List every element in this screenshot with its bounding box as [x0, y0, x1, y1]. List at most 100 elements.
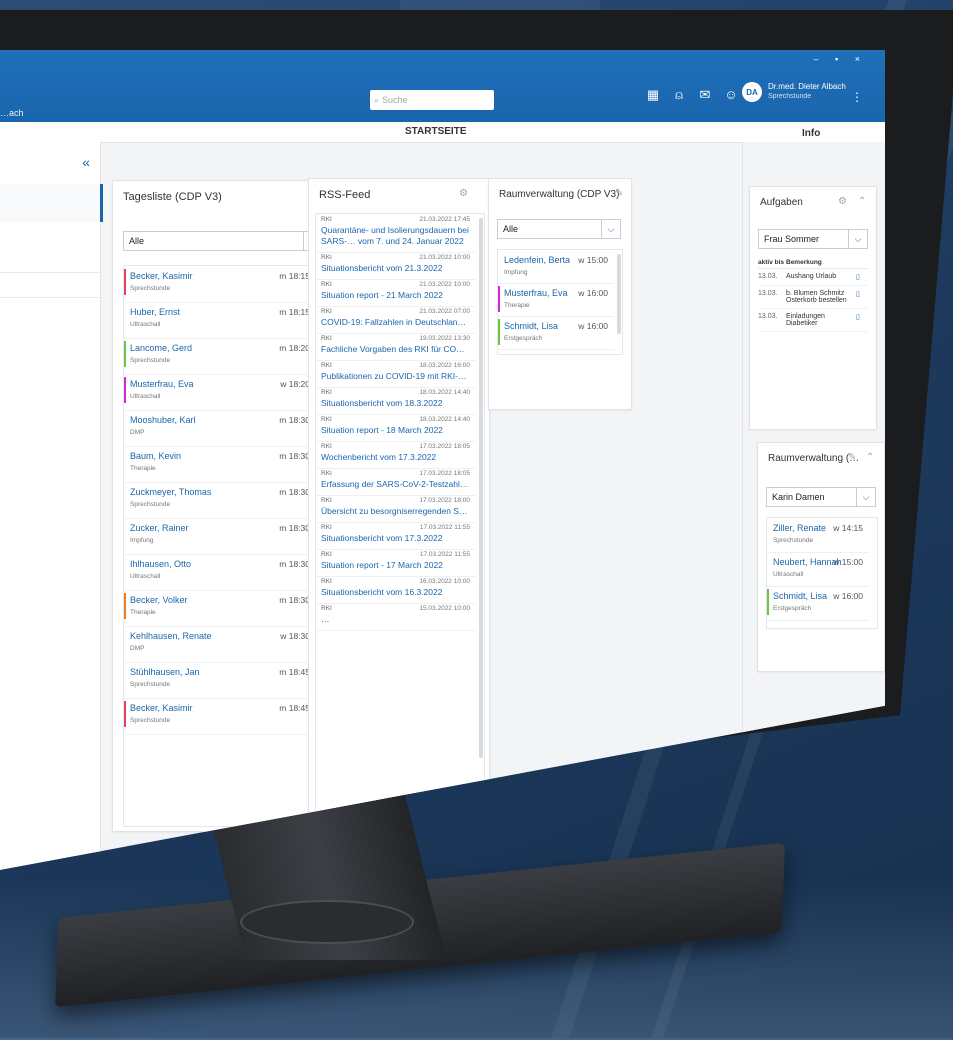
feed-title[interactable]: Situationsbericht vom 17.3.2022 [321, 533, 470, 544]
feed-source: RKI [321, 362, 332, 369]
table-row[interactable]: 13.03. Aushang Urlaub ▯ [758, 269, 868, 286]
app-header: …ach – ▪ × ⌕ Suche ▦ ⍝ ✉ ☺ DA Dr.med. Di… [0, 50, 885, 122]
feed-title[interactable]: Quarantäne- und Isolierungsdauern bei SA… [321, 225, 470, 247]
feed-item[interactable]: RKI 21.03.2022 07:00 COVID-19: Fallzahlen … [316, 306, 476, 334]
feed-title[interactable]: … [321, 614, 470, 625]
raum-small-filter-select[interactable]: Karin Damen ⌵ [766, 487, 876, 507]
appointment-type: Sprechstunde [130, 681, 171, 688]
feed-title[interactable]: Übersicht zu besorgniserregenden SARS-Co… [321, 506, 470, 517]
list-item[interactable]: Neubert, Hannah Ultraschall w 15:00 [767, 552, 869, 587]
table-row[interactable]: 13.03. b. Blumen Schmitz Osterkorb bestel… [758, 286, 868, 309]
feed-title[interactable]: Wochenbericht vom 17.3.2022 [321, 452, 470, 463]
feed-item[interactable]: RKI 17.03.2022 18:00 Übersicht zu besorgni… [316, 495, 476, 523]
feed-date: 15.03.2022 10:00 [419, 605, 470, 612]
scrollbar[interactable] [479, 218, 483, 758]
raum-filter-select[interactable]: Alle ⌵ [497, 219, 621, 239]
feed-date: 18.03.2022 14:40 [419, 389, 470, 396]
aufgaben-table: aktiv bis Bemerkung 13.03. Aushang Urlaub… [758, 257, 868, 332]
list-item[interactable]: Becker, Kasimir Sprechstunde m 18:45 [124, 698, 316, 735]
feed-date: 19.03.2022 13:30 [419, 335, 470, 342]
window-controls[interactable]: – ▪ × [814, 54, 867, 64]
feed-title[interactable]: Situation report - 17 March 2022 [321, 560, 470, 571]
feed-item[interactable]: RKI 21.03.2022 17:45 Quarantäne- und Isoli… [316, 214, 476, 253]
chevron-up-icon[interactable]: ⌃ [858, 196, 866, 207]
list-item[interactable]: Schmidt, Lisa Erstgespräch w 16:00 [498, 316, 614, 350]
nav-item-selected[interactable] [0, 184, 103, 222]
feed-title[interactable]: Erfassung der SARS-CoV-2-Testzahlen in D… [321, 479, 470, 490]
message-icon[interactable]: ✉ [697, 87, 713, 103]
appointment-type: Sprechstunde [130, 285, 171, 292]
feed-date: 21.03.2022 10:00 [419, 254, 470, 261]
status-color-bar [124, 341, 126, 367]
table-row[interactable]: 13.03. Einladungen Diabetiker ▯ [758, 309, 868, 332]
edit-icon[interactable]: ✎ [848, 452, 856, 463]
settings-icon[interactable]: ⚙ [459, 188, 468, 199]
list-item[interactable]: Stühlhausen, Jan Sprechstunde m 18:45 [124, 662, 316, 699]
toolbar: ▦ ⍝ ✉ ☺ [645, 87, 739, 103]
feed-item[interactable]: RKI 19.03.2022 13:30 Fachliche Vorgaben de… [316, 333, 476, 361]
search-input[interactable]: ⌕ Suche [370, 90, 494, 110]
list-item[interactable]: Ledenfein, Berta Impfung w 15:00 [498, 250, 614, 284]
tagesliste-filter-select[interactable]: Alle ⌵ [123, 231, 323, 251]
list-item[interactable]: Zucker, Rainer Impfung m 18:30 [124, 518, 316, 555]
list-item[interactable]: Zuckmeyer, Thomas Sprechstunde m 18:30 [124, 482, 316, 519]
list-item[interactable]: Lancome, Gerd Sprechstunde m 18:20 [124, 338, 316, 375]
appointment-time: m 18:20 [279, 343, 310, 353]
scrollbar[interactable] [617, 254, 621, 334]
appointment-type: Ultraschall [130, 321, 161, 328]
list-item[interactable]: Ihlhausen, Otto Ultraschall m 18:30 [124, 554, 316, 591]
list-item[interactable]: Mooshuber, Karl DMP m 18:30 [124, 410, 316, 447]
user-menu[interactable]: DA Dr.med. Dieter Albach Sprechstunde [742, 82, 846, 102]
list-item[interactable]: Schmidt, Lisa Erstgespräch w 16:00 [767, 586, 869, 621]
nav-divider [0, 272, 100, 273]
feed-title[interactable]: Situation report - 21 March 2022 [321, 290, 470, 301]
appointment-type: Ultraschall [130, 393, 161, 400]
aufgaben-filter-select[interactable]: Frau Sommer ⌵ [758, 229, 868, 249]
feed-item[interactable]: RKI 18.03.2022 14:40 Situationsbericht vom… [316, 387, 476, 415]
list-item[interactable]: Baum, Kevin Therapie m 18:30 [124, 446, 316, 483]
patient-icon[interactable]: ☺ [723, 87, 739, 103]
list-item[interactable]: Ziller, Renate Sprechstunde w 14:15 [767, 518, 869, 553]
person-icon[interactable]: ⍝ [671, 87, 687, 103]
feed-item[interactable]: RKI 16.03.2022 10:00 Situationsbericht vom… [316, 576, 476, 604]
feed-title[interactable]: Situationsbericht vom 18.3.2022 [321, 398, 470, 409]
more-menu-icon[interactable]: ⋮ [851, 90, 863, 104]
feed-item[interactable]: RKI 17.03.2022 11:55 Situation report - 17… [316, 549, 476, 577]
list-item[interactable]: Huber, Ernst Ultraschall m 18:15 [124, 302, 316, 339]
feed-item[interactable]: RKI 18.03.2022 14:40 Situation report - 18… [316, 414, 476, 442]
list-item[interactable]: Musterfrau, Eva Ultraschall w 18:20 [124, 374, 316, 411]
feed-item[interactable]: RKI 17.03.2022 11:55 Situationsbericht vom… [316, 522, 476, 550]
collapse-chevron-icon[interactable]: « [82, 154, 90, 170]
feed-date: 21.03.2022 10:00 [419, 281, 470, 288]
list-item[interactable]: Musterfrau, Eva Therapie w 16:00 [498, 283, 614, 317]
feed-title[interactable]: COVID-19: Fallzahlen in Deutschland und … [321, 317, 470, 328]
feed-item[interactable]: RKI 18.03.2022 16:00 Publikationen zu COVI… [316, 360, 476, 388]
settings-icon[interactable]: ⚙ [838, 196, 847, 207]
feed-title[interactable]: Situationsbericht vom 21.3.2022 [321, 263, 470, 274]
list-item[interactable]: Becker, Volker Therapie m 18:30 [124, 590, 316, 627]
task-doc-icon[interactable]: ▯ [856, 313, 868, 327]
search-placeholder: Suche [382, 95, 408, 105]
task-doc-icon[interactable]: ▯ [856, 273, 868, 281]
widget-tagesliste: Tagesliste (CDP V3) ✎ Alle ⌵ Becker, Kas… [112, 180, 336, 832]
feed-item[interactable]: RKI 21.03.2022 10:00 Situation report - 21… [316, 279, 476, 307]
avatar: DA [742, 82, 762, 102]
feed-title[interactable]: Publikationen zu COVID-19 mit RKI-Beteil… [321, 371, 470, 382]
task-doc-icon[interactable]: ▯ [856, 290, 868, 304]
calendar-icon[interactable]: ▦ [645, 87, 661, 103]
chevron-up-icon[interactable]: ⌃ [866, 452, 874, 463]
feed-title[interactable]: Situationsbericht vom 16.3.2022 [321, 587, 470, 598]
feed-item[interactable]: RKI 17.03.2022 18:05 Erfassung der SARS-Co… [316, 468, 476, 496]
edit-icon[interactable]: ✎ [615, 188, 623, 199]
list-item[interactable]: Kehlhausen, Renate DMP w 18:30 [124, 626, 316, 663]
feed-date: 21.03.2022 07:00 [419, 308, 470, 315]
feed-item[interactable]: RKI 15.03.2022 10:00… [316, 603, 476, 631]
task-note: Aushang Urlaub [786, 273, 837, 280]
list-item[interactable]: Becker, Kasimir Sprechstunde m 18:15 [124, 266, 316, 303]
feed-item[interactable]: RKI 21.03.2022 10:00 Situationsbericht vom… [316, 252, 476, 280]
feed-item[interactable]: RKI 17.03.2022 18:05 Wochenbericht vom 17.… [316, 441, 476, 469]
appointment-time: m 18:30 [279, 559, 310, 569]
info-title: Info [802, 128, 821, 139]
feed-title[interactable]: Situation report - 18 March 2022 [321, 425, 470, 436]
feed-title[interactable]: Fachliche Vorgaben des RKI für COVID-19-… [321, 344, 470, 355]
